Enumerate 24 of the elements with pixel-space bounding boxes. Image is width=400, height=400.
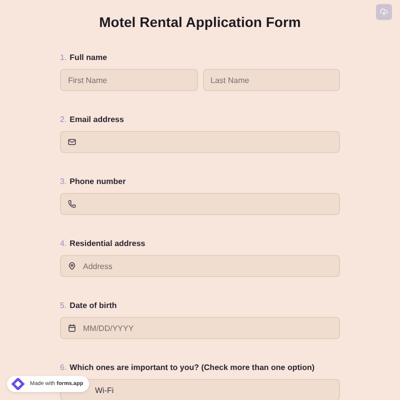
text-input[interactable]: Address — [83, 262, 332, 270]
question-label: 4. Residential address — [60, 239, 146, 249]
input-field[interactable] — [60, 131, 340, 153]
form-title: Motel Rental Application Form — [99, 14, 301, 30]
upload-button[interactable] — [376, 4, 392, 20]
logo-icon — [11, 378, 25, 390]
location-pin-icon — [68, 262, 76, 270]
input-field[interactable]: Last Name — [202, 69, 340, 91]
question-label: 6. Which ones are important to you? (Check more than one option) — [60, 363, 316, 373]
text-input[interactable]: Last Name — [210, 76, 332, 84]
input-field[interactable] — [60, 193, 340, 215]
text-input[interactable]: First Name — [68, 76, 190, 84]
phone-icon — [68, 200, 76, 208]
question-label: 1. Full name — [60, 53, 108, 63]
text-input[interactable]: MM/DD/YYYY — [83, 324, 332, 332]
input-field[interactable]: MM/DD/YYYY — [60, 317, 340, 339]
mail-icon — [68, 138, 76, 146]
input-field[interactable]: Address — [60, 255, 340, 277]
input-field[interactable]: First Name — [60, 69, 198, 91]
cloud-upload-icon — [380, 8, 388, 16]
calendar-icon — [68, 324, 76, 332]
question-label: 3. Phone number — [60, 177, 127, 187]
question-label: 5. Date of birth — [60, 301, 118, 311]
question-label: 2. Email address — [60, 115, 125, 125]
